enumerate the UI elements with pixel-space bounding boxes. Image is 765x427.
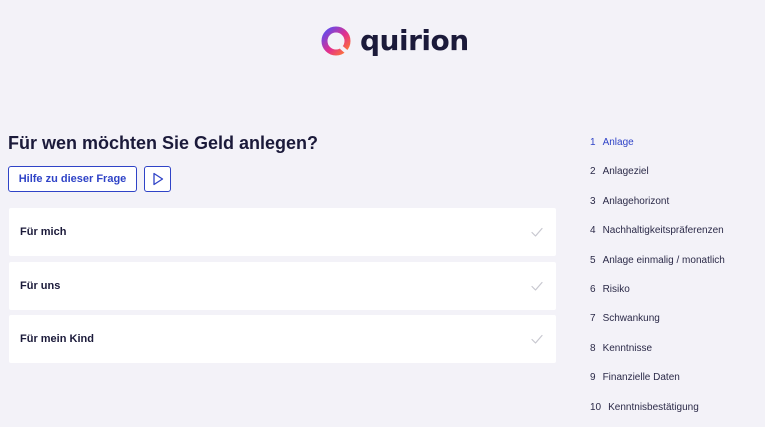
option-label: Für mein Kind — [20, 333, 94, 345]
step-label: Kenntnisse — [602, 342, 653, 354]
step-nachhaltigkeitspraeferenzen[interactable]: 4 Nachhaltigkeitspräferenzen — [590, 221, 725, 250]
step-label: Kenntnisbestätigung — [608, 401, 699, 413]
play-video-button[interactable] — [144, 166, 171, 192]
step-anlage-einmalig-monatlich[interactable]: 5 Anlage einmalig / monatlich — [590, 251, 725, 280]
option-fuer-mein-kind[interactable]: Für mein Kind — [9, 315, 556, 363]
step-number: 7 — [590, 313, 596, 325]
step-number: 8 — [590, 342, 596, 354]
check-icon — [531, 334, 543, 344]
step-anlageziel[interactable]: 2 Anlageziel — [590, 162, 725, 191]
step-number: 3 — [590, 195, 596, 207]
step-label: Risiko — [602, 283, 630, 295]
help-button[interactable]: Hilfe zu dieser Frage — [8, 166, 137, 192]
step-number: 9 — [590, 372, 596, 384]
step-label: Anlage — [602, 137, 634, 148]
step-number: 5 — [590, 254, 596, 266]
option-label: Für mich — [20, 226, 67, 238]
step-label: Anlageziel — [602, 166, 649, 178]
question-title: Für wen möchten Sie Geld anlegen? — [8, 133, 319, 153]
quirion-logo-icon — [321, 26, 351, 56]
step-label: Anlagehorizont — [602, 195, 670, 207]
step-finanzielle-daten[interactable]: 9 Finanzielle Daten — [590, 368, 725, 397]
option-fuer-mich[interactable]: Für mich — [9, 208, 556, 256]
step-risiko[interactable]: 6 Risiko — [590, 280, 725, 309]
quirion-logo[interactable]: quirion — [320, 24, 469, 58]
option-label: Für uns — [20, 280, 61, 292]
step-number: 2 — [590, 166, 596, 178]
step-schwankung[interactable]: 7 Schwankung — [590, 309, 725, 338]
step-anlage[interactable]: 1 Anlage — [590, 133, 725, 162]
step-kenntnisse[interactable]: 8 Kenntnisse — [590, 339, 725, 368]
check-icon — [531, 281, 543, 291]
step-number: 1 — [590, 137, 596, 148]
logo-wordmark: quirion — [360, 24, 469, 57]
step-label: Schwankung — [602, 313, 660, 325]
option-fuer-uns[interactable]: Für uns — [9, 262, 556, 310]
step-number: 4 — [590, 225, 596, 237]
step-label: Anlage einmalig / monatlich — [602, 254, 725, 266]
play-icon — [152, 172, 163, 186]
step-label: Finanzielle Daten — [602, 372, 680, 384]
step-kenntnisbestaetigung[interactable]: 10 Kenntnisbestätigung — [590, 398, 725, 427]
step-label: Nachhaltigkeitspräferenzen — [602, 225, 724, 237]
step-number: 10 — [590, 401, 602, 413]
check-icon — [531, 227, 543, 237]
step-number: 6 — [590, 283, 596, 295]
step-anlagehorizont[interactable]: 3 Anlagehorizont — [590, 192, 725, 221]
step-navigation: 1 Anlage 2 Anlageziel 3 Anlagehorizont 4… — [590, 133, 725, 427]
